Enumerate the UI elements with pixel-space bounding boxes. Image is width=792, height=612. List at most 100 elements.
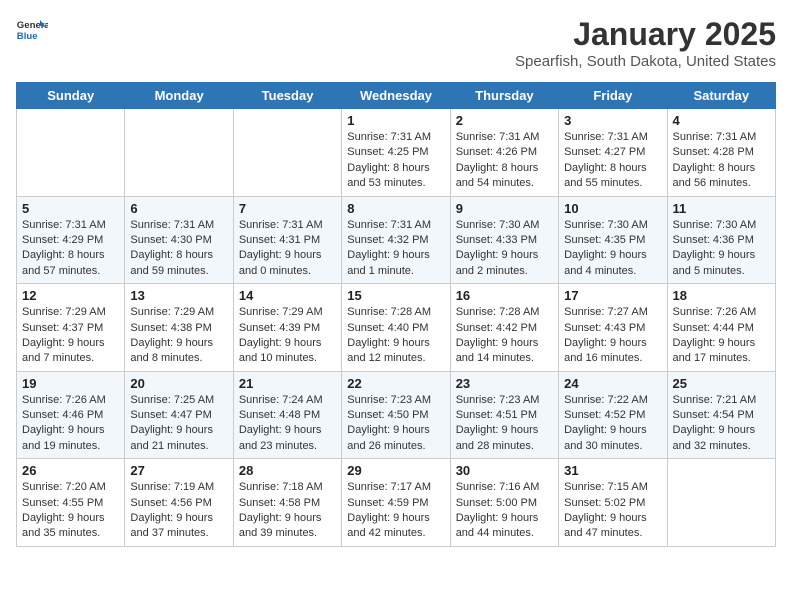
calendar-day [125, 109, 233, 197]
calendar-day: 18 Sunrise: 7:26 AM Sunset: 4:44 PM Dayli… [667, 284, 775, 372]
day-header-wednesday: Wednesday [342, 83, 450, 109]
calendar-day: 14 Sunrise: 7:29 AM Sunset: 4:39 PM Dayli… [233, 284, 341, 372]
day-number: 11 [673, 201, 770, 216]
logo: GeneralBlue [16, 16, 48, 48]
calendar-week-4: 19 Sunrise: 7:26 AM Sunset: 4:46 PM Dayli… [17, 371, 776, 459]
calendar-day [17, 109, 125, 197]
svg-text:Blue: Blue [17, 31, 38, 42]
calendar-day: 10 Sunrise: 7:30 AM Sunset: 4:35 PM Dayli… [559, 196, 667, 284]
calendar-day: 17Sunrise: 7:27 AM Sunset: 4:43 PM Dayli… [559, 284, 667, 372]
day-header-friday: Friday [559, 83, 667, 109]
day-details: Sunrise: 7:18 AM Sunset: 4:58 PM Dayligh… [239, 480, 336, 542]
day-number: 22 [347, 376, 444, 391]
calendar-day: 22Sunrise: 7:23 AM Sunset: 4:50 PM Dayli… [342, 371, 450, 459]
day-header-saturday: Saturday [667, 83, 775, 109]
calendar-week-2: 5 Sunrise: 7:31 AM Sunset: 4:29 PM Daylig… [17, 196, 776, 284]
calendar-day: 1Sunrise: 7:31 AM Sunset: 4:25 PM Daylig… [342, 109, 450, 197]
day-number: 13 [130, 288, 227, 303]
day-number: 28 [239, 463, 336, 478]
day-details: Sunrise: 7:31 AM Sunset: 4:29 PM Dayligh… [22, 218, 119, 280]
day-number: 21 [239, 376, 336, 391]
day-number: 8 [347, 201, 444, 216]
day-number: 3 [564, 113, 661, 128]
day-details: Sunrise: 7:26 AM Sunset: 4:44 PM Dayligh… [673, 305, 770, 367]
page-header: GeneralBlue January 2025 Spearfish, Sout… [16, 16, 776, 70]
day-details: Sunrise: 7:31 AM Sunset: 4:30 PM Dayligh… [130, 218, 227, 280]
day-number: 19 [22, 376, 119, 391]
day-number: 29 [347, 463, 444, 478]
calendar-day: 27 Sunrise: 7:19 AM Sunset: 4:56 PM Dayli… [125, 459, 233, 547]
calendar-day: 7Sunrise: 7:31 AM Sunset: 4:31 PM Daylig… [233, 196, 341, 284]
day-details: Sunrise: 7:15 AM Sunset: 5:02 PM Dayligh… [564, 480, 661, 542]
day-number: 14 [239, 288, 336, 303]
day-number: 4 [673, 113, 770, 128]
calendar-day: 26 Sunrise: 7:20 AM Sunset: 4:55 PM Dayli… [17, 459, 125, 547]
day-number: 24 [564, 376, 661, 391]
day-details: Sunrise: 7:31 AM Sunset: 4:32 PM Dayligh… [347, 218, 444, 280]
day-details: Sunrise: 7:22 AM Sunset: 4:52 PM Dayligh… [564, 393, 661, 455]
day-number: 1 [347, 113, 444, 128]
day-number: 9 [456, 201, 553, 216]
day-details: Sunrise: 7:29 AM Sunset: 4:38 PM Dayligh… [130, 305, 227, 367]
day-number: 15 [347, 288, 444, 303]
calendar-week-5: 26 Sunrise: 7:20 AM Sunset: 4:55 PM Dayli… [17, 459, 776, 547]
day-number: 26 [22, 463, 119, 478]
calendar-day: 6Sunrise: 7:31 AM Sunset: 4:30 PM Daylig… [125, 196, 233, 284]
day-details: Sunrise: 7:31 AM Sunset: 4:31 PM Dayligh… [239, 218, 336, 280]
day-details: Sunrise: 7:31 AM Sunset: 4:26 PM Dayligh… [456, 130, 553, 192]
day-number: 27 [130, 463, 227, 478]
day-details: Sunrise: 7:19 AM Sunset: 4:56 PM Dayligh… [130, 480, 227, 542]
calendar-day: 31 Sunrise: 7:15 AM Sunset: 5:02 PM Dayli… [559, 459, 667, 547]
day-details: Sunrise: 7:30 AM Sunset: 4:35 PM Dayligh… [564, 218, 661, 280]
calendar-day: 23 Sunrise: 7:23 AM Sunset: 4:51 PM Dayli… [450, 371, 558, 459]
calendar-week-1: 1Sunrise: 7:31 AM Sunset: 4:25 PM Daylig… [17, 109, 776, 197]
calendar-day: 28 Sunrise: 7:18 AM Sunset: 4:58 PM Dayli… [233, 459, 341, 547]
month-title: January 2025 [515, 16, 776, 53]
calendar-day [233, 109, 341, 197]
calendar-day: 16 Sunrise: 7:28 AM Sunset: 4:42 PM Dayli… [450, 284, 558, 372]
day-details: Sunrise: 7:26 AM Sunset: 4:46 PM Dayligh… [22, 393, 119, 455]
day-number: 25 [673, 376, 770, 391]
calendar-day: 12 Sunrise: 7:29 AM Sunset: 4:37 PM Dayli… [17, 284, 125, 372]
day-details: Sunrise: 7:31 AM Sunset: 4:27 PM Dayligh… [564, 130, 661, 192]
day-details: Sunrise: 7:20 AM Sunset: 4:55 PM Dayligh… [22, 480, 119, 542]
calendar-day: 29 Sunrise: 7:17 AM Sunset: 4:59 PM Dayli… [342, 459, 450, 547]
calendar-day: 3 Sunrise: 7:31 AM Sunset: 4:27 PM Daylig… [559, 109, 667, 197]
calendar-day [667, 459, 775, 547]
calendar-header-row: SundayMondayTuesdayWednesdayThursdayFrid… [17, 83, 776, 109]
title-block: January 2025 Spearfish, South Dakota, Un… [515, 16, 776, 70]
day-details: Sunrise: 7:30 AM Sunset: 4:33 PM Dayligh… [456, 218, 553, 280]
day-number: 12 [22, 288, 119, 303]
day-number: 10 [564, 201, 661, 216]
day-number: 16 [456, 288, 553, 303]
day-header-tuesday: Tuesday [233, 83, 341, 109]
calendar-day: 25 Sunrise: 7:21 AM Sunset: 4:54 PM Dayli… [667, 371, 775, 459]
day-details: Sunrise: 7:16 AM Sunset: 5:00 PM Dayligh… [456, 480, 553, 542]
calendar-day: 5 Sunrise: 7:31 AM Sunset: 4:29 PM Daylig… [17, 196, 125, 284]
day-number: 23 [456, 376, 553, 391]
location: Spearfish, South Dakota, United States [515, 53, 776, 70]
day-details: Sunrise: 7:28 AM Sunset: 4:40 PM Dayligh… [347, 305, 444, 367]
day-header-monday: Monday [125, 83, 233, 109]
day-number: 20 [130, 376, 227, 391]
day-details: Sunrise: 7:28 AM Sunset: 4:42 PM Dayligh… [456, 305, 553, 367]
logo-icon: GeneralBlue [16, 16, 48, 48]
day-number: 18 [673, 288, 770, 303]
calendar-day: 24 Sunrise: 7:22 AM Sunset: 4:52 PM Dayli… [559, 371, 667, 459]
day-number: 31 [564, 463, 661, 478]
calendar-day: 19 Sunrise: 7:26 AM Sunset: 4:46 PM Dayli… [17, 371, 125, 459]
calendar-day: 9 Sunrise: 7:30 AM Sunset: 4:33 PM Daylig… [450, 196, 558, 284]
day-details: Sunrise: 7:29 AM Sunset: 4:39 PM Dayligh… [239, 305, 336, 367]
day-details: Sunrise: 7:27 AM Sunset: 4:43 PM Dayligh… [564, 305, 661, 367]
day-details: Sunrise: 7:23 AM Sunset: 4:51 PM Dayligh… [456, 393, 553, 455]
calendar-day: 21Sunrise: 7:24 AM Sunset: 4:48 PM Dayli… [233, 371, 341, 459]
calendar-day: 30 Sunrise: 7:16 AM Sunset: 5:00 PM Dayli… [450, 459, 558, 547]
day-details: Sunrise: 7:21 AM Sunset: 4:54 PM Dayligh… [673, 393, 770, 455]
calendar-day: 4Sunrise: 7:31 AM Sunset: 4:28 PM Daylig… [667, 109, 775, 197]
calendar-day: 2 Sunrise: 7:31 AM Sunset: 4:26 PM Daylig… [450, 109, 558, 197]
day-number: 30 [456, 463, 553, 478]
day-number: 5 [22, 201, 119, 216]
day-number: 2 [456, 113, 553, 128]
day-details: Sunrise: 7:29 AM Sunset: 4:37 PM Dayligh… [22, 305, 119, 367]
day-details: Sunrise: 7:17 AM Sunset: 4:59 PM Dayligh… [347, 480, 444, 542]
